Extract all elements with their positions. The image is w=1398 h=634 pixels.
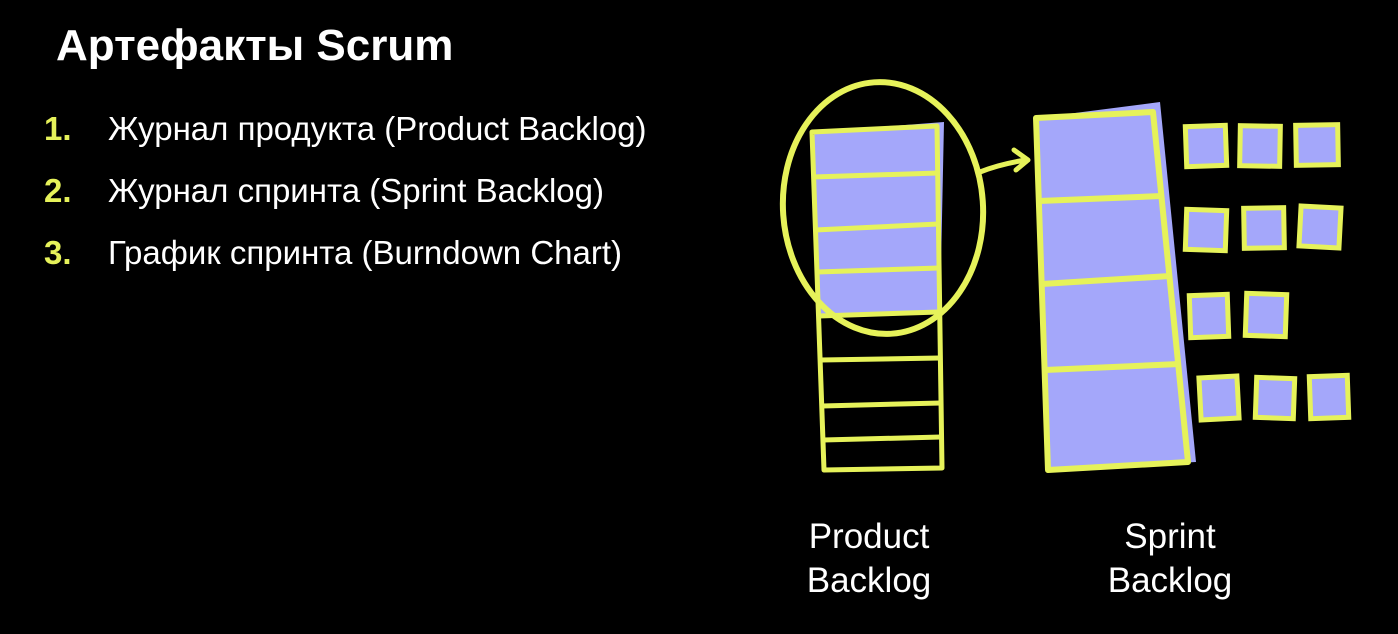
product-backlog-row-divider [821, 400, 942, 409]
sprint-task-card [1182, 122, 1230, 170]
product-backlog-column [809, 122, 945, 473]
product-backlog-row-divider [822, 434, 942, 443]
sprint-task-card [1237, 123, 1283, 169]
sprint-task-card [1252, 374, 1298, 422]
sprint-task-card [1306, 372, 1352, 422]
product-backlog-row-divider [820, 355, 941, 363]
sprint-task-card [1186, 291, 1232, 341]
sprint-backlog-caption: Sprint Backlog [1107, 517, 1233, 600]
sprint-task-card [1182, 206, 1230, 254]
sprint-task-card [1293, 122, 1341, 168]
sprint-task-card [1196, 373, 1242, 423]
sprint-backlog-column [1033, 102, 1196, 473]
sprint-task-card [1296, 203, 1344, 251]
product-backlog-selected-fill [814, 122, 944, 318]
product-backlog-caption: Product Backlog [806, 517, 932, 600]
sprint-task-card [1242, 290, 1290, 340]
sprint-task-grid [1182, 122, 1352, 423]
sprint-task-card [1241, 205, 1287, 251]
transfer-arrow [977, 147, 1031, 175]
